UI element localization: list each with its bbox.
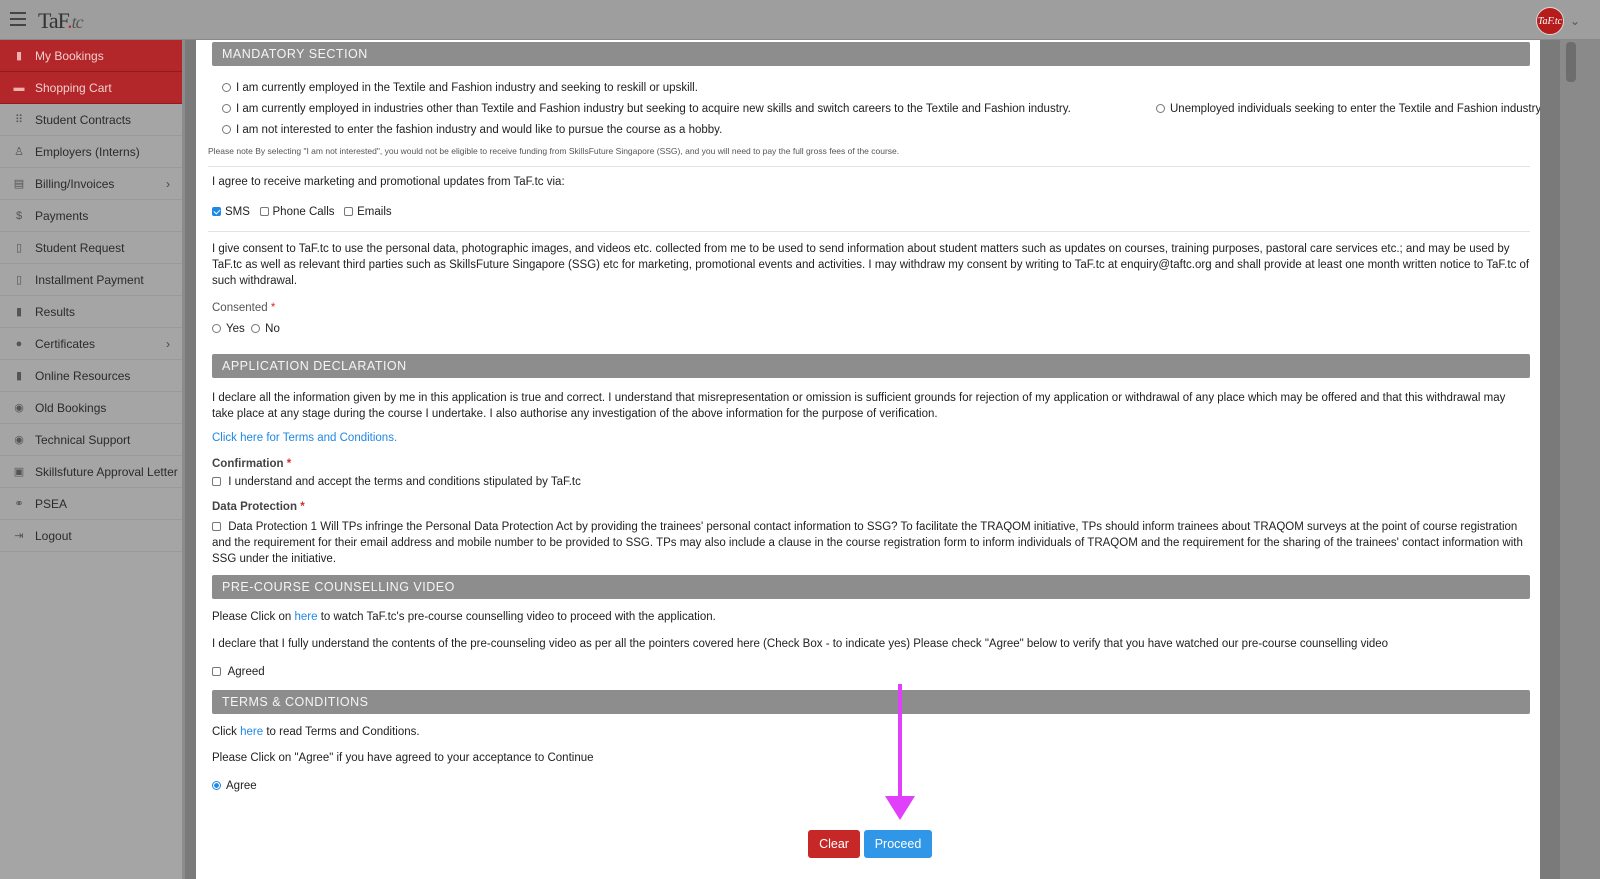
dollar-icon: $: [15, 209, 23, 222]
section-header-declaration: APPLICATION DECLARATION: [212, 354, 1530, 378]
history-icon: ◉: [14, 402, 24, 414]
section-header-video: PRE-COURSE COUNSELLING VIDEO: [212, 575, 1530, 599]
file-icon: ▯: [15, 274, 23, 286]
avatar[interactable]: TaF.tc: [1536, 7, 1564, 35]
mandatory-option-1[interactable]: I am currently employed in the Textile a…: [222, 82, 698, 94]
section-header-mandatory: MANDATORY SECTION: [212, 42, 1530, 66]
checkbox-agreed[interactable]: Agreed: [212, 666, 265, 678]
sidebar-item-shopping-cart[interactable]: ▬ Shopping Cart: [0, 72, 182, 104]
scrollbar-thumb[interactable]: [1566, 42, 1576, 82]
video-instruction: Please Click on here to watch TaF.tc's p…: [212, 611, 716, 623]
radio-agree[interactable]: Agree: [212, 780, 257, 792]
chevron-right-icon: ›: [166, 176, 170, 191]
sidebar-item-logout[interactable]: ⇥ Logout: [0, 520, 182, 552]
logo[interactable]: TaF.tc: [38, 8, 84, 34]
data-protection-label: Data Protection *: [212, 501, 305, 513]
confirmation-checkbox[interactable]: I understand and accept the terms and co…: [212, 476, 581, 488]
section-header-terms: TERMS & CONDITIONS: [212, 690, 1530, 714]
support-icon: ◉: [14, 434, 24, 446]
consented-label: Consented *: [212, 302, 276, 314]
video-declaration: I declare that I fully understand the co…: [212, 638, 1389, 650]
sidebar-item-skillsfuture-letter[interactable]: ▣ Skillsfuture Approval Letter: [0, 456, 182, 488]
sidebar-item-online-resources[interactable]: ▮ Online Resources: [0, 360, 182, 392]
divider: [208, 231, 1530, 232]
file-icon: ▯: [15, 242, 23, 254]
marketing-prompt: I agree to receive marketing and promoti…: [212, 176, 565, 188]
confirmation-label: Confirmation *: [212, 458, 292, 470]
terms-instruction: Click here to read Terms and Conditions.: [212, 726, 420, 738]
sidebar-item-my-bookings[interactable]: ▮ My Bookings: [0, 40, 182, 72]
scrollbar-track[interactable]: [1560, 40, 1600, 879]
user-icon: ♙: [14, 146, 24, 158]
sidebar-item-student-contracts[interactable]: ⠿ Student Contracts: [0, 104, 182, 136]
proceed-button[interactable]: Proceed: [864, 830, 932, 858]
consent-text: I give consent to TaF.tc to use the pers…: [212, 243, 1530, 287]
document-icon: ▤: [13, 178, 25, 190]
terms-link[interactable]: Click here for Terms and Conditions.: [212, 432, 397, 444]
radio-reskill[interactable]: [222, 83, 231, 92]
menu-icon[interactable]: [10, 12, 26, 26]
sidebar-item-student-request[interactable]: ▯ Student Request: [0, 232, 182, 264]
marketing-channels: SMS Phone Calls Emails: [212, 206, 392, 218]
grid-icon: ⠿: [14, 114, 24, 126]
mandatory-note: Please note By selecting "I am not inter…: [208, 146, 900, 156]
file-icon: ▮: [15, 306, 23, 318]
sidebar-item-employers[interactable]: ♙ Employers (Interns): [0, 136, 182, 168]
sidebar-item-technical-support[interactable]: ◉ Technical Support: [0, 424, 182, 456]
mandatory-option-3[interactable]: Unemployed individuals seeking to enter …: [1156, 103, 1540, 115]
logout-icon: ⇥: [14, 530, 24, 542]
top-bar: TaF.tc TaF.tc ⌄: [0, 0, 1600, 40]
sidebar: ▮ My Bookings ▬ Shopping Cart ⠿ Student Con…: [0, 40, 185, 879]
chevron-down-icon[interactable]: ⌄: [1570, 14, 1580, 28]
main-content: MANDATORY SECTION I am currently employe…: [196, 40, 1540, 879]
sidebar-item-billing[interactable]: ▤ Billing/Invoices ›: [0, 168, 182, 200]
image-icon: ▣: [13, 466, 25, 478]
divider: [208, 166, 1530, 167]
cart-icon: ▬: [13, 81, 25, 94]
terms-here-link[interactable]: here: [240, 726, 263, 738]
chevron-right-icon: ›: [166, 336, 170, 351]
radio-consent-yes[interactable]: Yes: [212, 323, 245, 335]
clear-button[interactable]: Clear: [808, 830, 860, 858]
handshake-icon: ⚭: [14, 498, 24, 510]
annotation-arrow: [898, 684, 902, 800]
data-protection-checkbox[interactable]: Data Protection 1 Will TPs infringe the …: [212, 519, 1530, 567]
sidebar-item-psea[interactable]: ⚭ PSEA: [0, 488, 182, 520]
radio-consent-no[interactable]: No: [251, 323, 280, 335]
sidebar-item-results[interactable]: ▮ Results: [0, 296, 182, 328]
terms-acceptance: Please Click on "Agree" if you have agre…: [212, 752, 594, 764]
mandatory-option-2[interactable]: I am currently employed in industries ot…: [222, 103, 1071, 115]
sidebar-item-installment-payment[interactable]: ▯ Installment Payment: [0, 264, 182, 296]
sidebar-item-certificates[interactable]: ● Certificates ›: [0, 328, 182, 360]
radio-hobby[interactable]: [222, 125, 231, 134]
checkbox-sms[interactable]: SMS: [212, 206, 250, 218]
radio-switch-career[interactable]: [222, 104, 231, 113]
annotation-arrow-head: [885, 796, 915, 820]
mandatory-option-4[interactable]: I am not interested to enter the fashion…: [222, 124, 722, 136]
book-icon: ▮: [15, 370, 23, 382]
radio-unemployed[interactable]: [1156, 104, 1165, 113]
checkbox-emails[interactable]: Emails: [344, 206, 392, 218]
video-link[interactable]: here: [294, 611, 317, 623]
consent-options: Yes No: [212, 323, 280, 335]
sidebar-item-payments[interactable]: $ Payments: [0, 200, 182, 232]
book-icon: ▮: [15, 50, 23, 62]
checkbox-phone-calls[interactable]: Phone Calls: [259, 206, 335, 218]
declaration-text: I declare all the information given by m…: [212, 392, 1506, 420]
sidebar-item-old-bookings[interactable]: ◉ Old Bookings: [0, 392, 182, 424]
certificate-icon: ●: [15, 337, 23, 350]
